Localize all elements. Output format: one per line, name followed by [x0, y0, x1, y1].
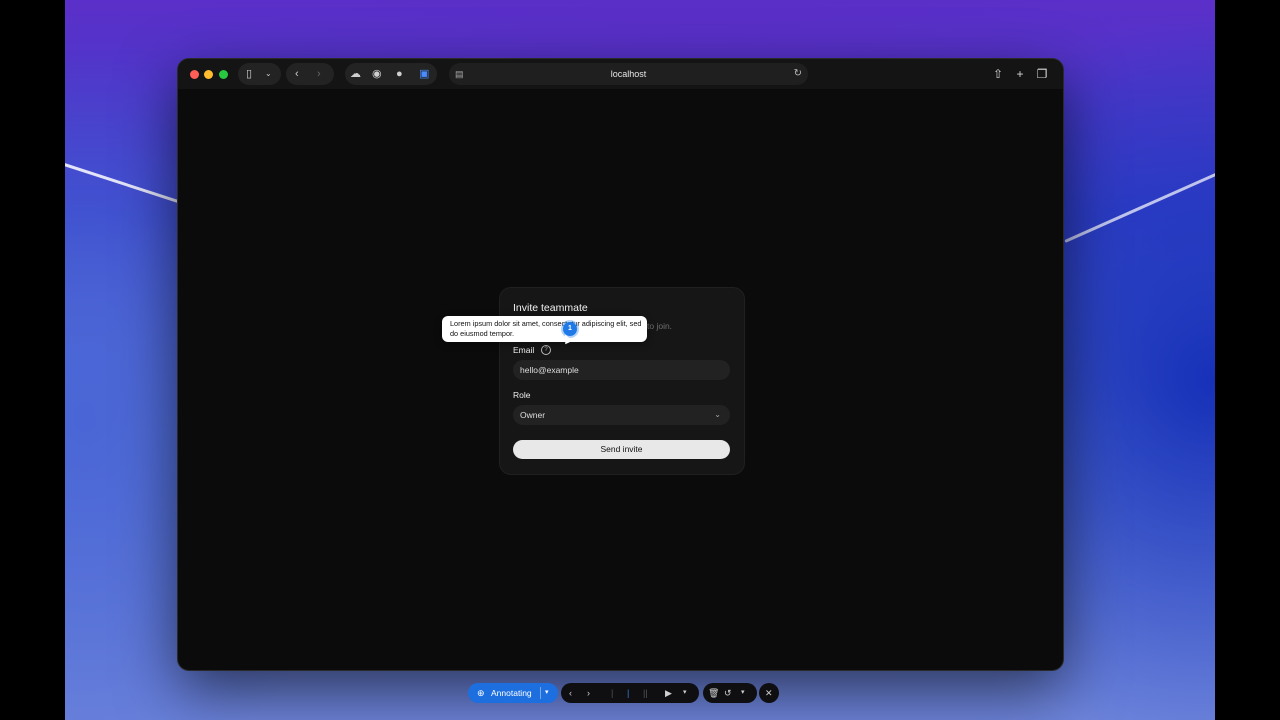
back-button[interactable]: ‹ [295, 63, 299, 85]
chevron-down-icon[interactable]: ▾ [545, 683, 549, 703]
play-icon[interactable]: ▶ [665, 683, 672, 703]
navigation-buttons: ‹ › [286, 63, 334, 85]
minimize-window-button[interactable] [204, 70, 213, 79]
wallpaper-streak [1064, 158, 1215, 243]
new-tab-icon[interactable]: + [1009, 63, 1031, 85]
chevron-down-icon: ⌄ [714, 410, 721, 419]
timeline-playhead[interactable]: | [627, 683, 629, 703]
email-field[interactable]: hello@example [513, 360, 730, 380]
chevron-down-icon[interactable]: ▾ [683, 683, 687, 703]
card-title: Invite teammate [513, 302, 588, 314]
reload-icon[interactable]: ↻ [794, 63, 802, 85]
annotating-mode-button[interactable]: ⊕ Annotating ▾ [468, 683, 558, 703]
card-description: to join. [647, 321, 673, 331]
browser-toolbar: ▯ ⌄ ‹ › ☁ ◉ ● ▣ ▤ localhost ↻ ⇧ + ❐ [178, 59, 1063, 89]
send-invite-button[interactable]: Send invite [513, 440, 730, 459]
zoom-window-button[interactable] [219, 70, 228, 79]
url-text: localhost [610, 69, 647, 79]
extension-dots-icon[interactable]: ● [396, 63, 403, 85]
chevron-down-icon: ⌄ [265, 69, 272, 78]
sidebar-icon: ▯ [246, 68, 253, 80]
previous-icon[interactable]: ‹ [569, 683, 572, 703]
annotate-icon: ⊕ [477, 688, 485, 698]
address-bar[interactable]: ▤ localhost ↻ [449, 63, 808, 85]
sidebar-toggle[interactable]: ▯ ⌄ [238, 63, 281, 85]
email-label: Email [513, 345, 535, 355]
share-icon[interactable]: ⇧ [987, 63, 1009, 85]
role-select[interactable]: Owner ⌄ [513, 405, 730, 425]
divider [540, 687, 541, 699]
extension-globe-icon[interactable]: ◉ [372, 63, 382, 85]
playback-controls: ‹ › | | || ▶ ▾ [561, 683, 699, 703]
timeline-tick: | [611, 688, 614, 698]
tabs-icon[interactable]: ❐ [1031, 63, 1053, 85]
next-icon[interactable]: › [587, 683, 590, 703]
undo-icon[interactable]: ↺ [724, 683, 732, 703]
annotating-label: Annotating [491, 688, 532, 698]
edit-controls: 🗑 ↺ ▾ [703, 683, 757, 703]
browser-window: ▯ ⌄ ‹ › ☁ ◉ ● ▣ ▤ localhost ↻ ⇧ + ❐ Invite… [178, 59, 1063, 670]
toolbar-right-actions: ⇧ + ❐ [987, 63, 1053, 85]
trash-icon[interactable]: 🗑 [708, 683, 719, 703]
close-annotator-button[interactable]: ✕ [759, 683, 779, 703]
chevron-down-icon[interactable]: ▾ [741, 683, 745, 703]
close-icon: ✕ [765, 688, 773, 698]
extension-r-icon[interactable]: ▣ [419, 63, 429, 85]
cloud-icon[interactable]: ☁ [350, 63, 361, 85]
help-icon[interactable]: ? [541, 345, 551, 355]
annotation-tooltip: Lorem ipsum dolor sit amet, consectetur … [442, 316, 647, 342]
extensions-bar: ☁ ◉ ● ▣ [345, 63, 437, 85]
role-label: Role [513, 390, 531, 400]
wallpaper-streak [65, 160, 189, 207]
timeline-tick: || [643, 688, 648, 698]
role-select-value: Owner [520, 410, 546, 420]
forward-button[interactable]: › [317, 63, 321, 85]
close-window-button[interactable] [190, 70, 199, 79]
